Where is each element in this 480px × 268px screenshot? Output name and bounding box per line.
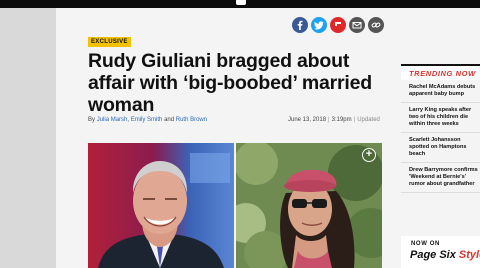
exclusive-tag[interactable]: EXCLUSIVE <box>88 37 131 47</box>
byline-and: and <box>164 117 175 123</box>
page-six-style-promo[interactable]: NOW ON Page Six Style <box>401 236 480 268</box>
top-navigation-bar <box>0 0 480 8</box>
expand-gallery-icon[interactable]: + <box>362 148 376 162</box>
twitter-icon <box>314 21 324 30</box>
promo-brand: Page Six Style <box>410 249 480 261</box>
separator: | <box>328 117 330 123</box>
email-share-button[interactable] <box>349 17 365 33</box>
site-logo-fragment <box>236 0 246 5</box>
byline: By Julia Marsh, Emily Smith and Ruth Bro… <box>88 117 207 123</box>
copy-link-button[interactable] <box>368 17 384 33</box>
email-icon <box>352 22 362 29</box>
author-link[interactable]: Julia Marsh <box>97 117 128 123</box>
publish-time: 3:19pm <box>331 117 352 123</box>
promo-kicker: NOW ON <box>411 241 440 247</box>
man-portrait-image <box>88 143 234 268</box>
article-headline: Rudy Giuliani bragged about affair with … <box>88 50 372 116</box>
publish-date: June 13, 2018 <box>288 117 327 123</box>
article-photo-right[interactable]: + <box>236 143 382 268</box>
byline-prefix: By <box>88 117 96 123</box>
flipboard-icon <box>335 22 341 26</box>
article-photo-left[interactable] <box>88 143 234 268</box>
promo-brand-main: Page Six <box>410 249 456 261</box>
promo-brand-accent: Style <box>458 249 480 261</box>
woman-portrait-image <box>236 143 382 268</box>
byline-comma: , <box>127 117 130 123</box>
twitter-share-button[interactable] <box>311 17 327 33</box>
author-link[interactable]: Ruth Brown <box>176 117 207 123</box>
separator: | <box>353 117 356 123</box>
flipboard-share-button[interactable] <box>330 17 346 33</box>
link-icon <box>371 22 381 28</box>
trending-item[interactable]: Scarlett Johansson spotted on Hamptons b… <box>401 133 480 163</box>
facebook-share-button[interactable] <box>292 17 308 33</box>
trending-item[interactable]: Larry King speaks after two of his child… <box>401 103 480 133</box>
trending-item[interactable]: Drew Barrymore confirms 'Weekend at Bern… <box>401 163 480 193</box>
trending-sidebar: TRENDING NOW Rachel McAdams debuts appar… <box>401 64 480 193</box>
updated-label: Updated <box>357 117 380 123</box>
trending-list: Rachel McAdams debuts apparent baby bump… <box>401 80 480 193</box>
author-link[interactable]: Emily Smith <box>131 117 163 123</box>
dateline: June 13, 2018 | 3:19pm | Updated <box>288 117 380 123</box>
trending-heading: TRENDING NOW <box>401 64 480 80</box>
share-bar <box>292 17 384 33</box>
trending-item[interactable]: Rachel McAdams debuts apparent baby bump <box>401 80 480 103</box>
facebook-icon <box>297 20 303 30</box>
